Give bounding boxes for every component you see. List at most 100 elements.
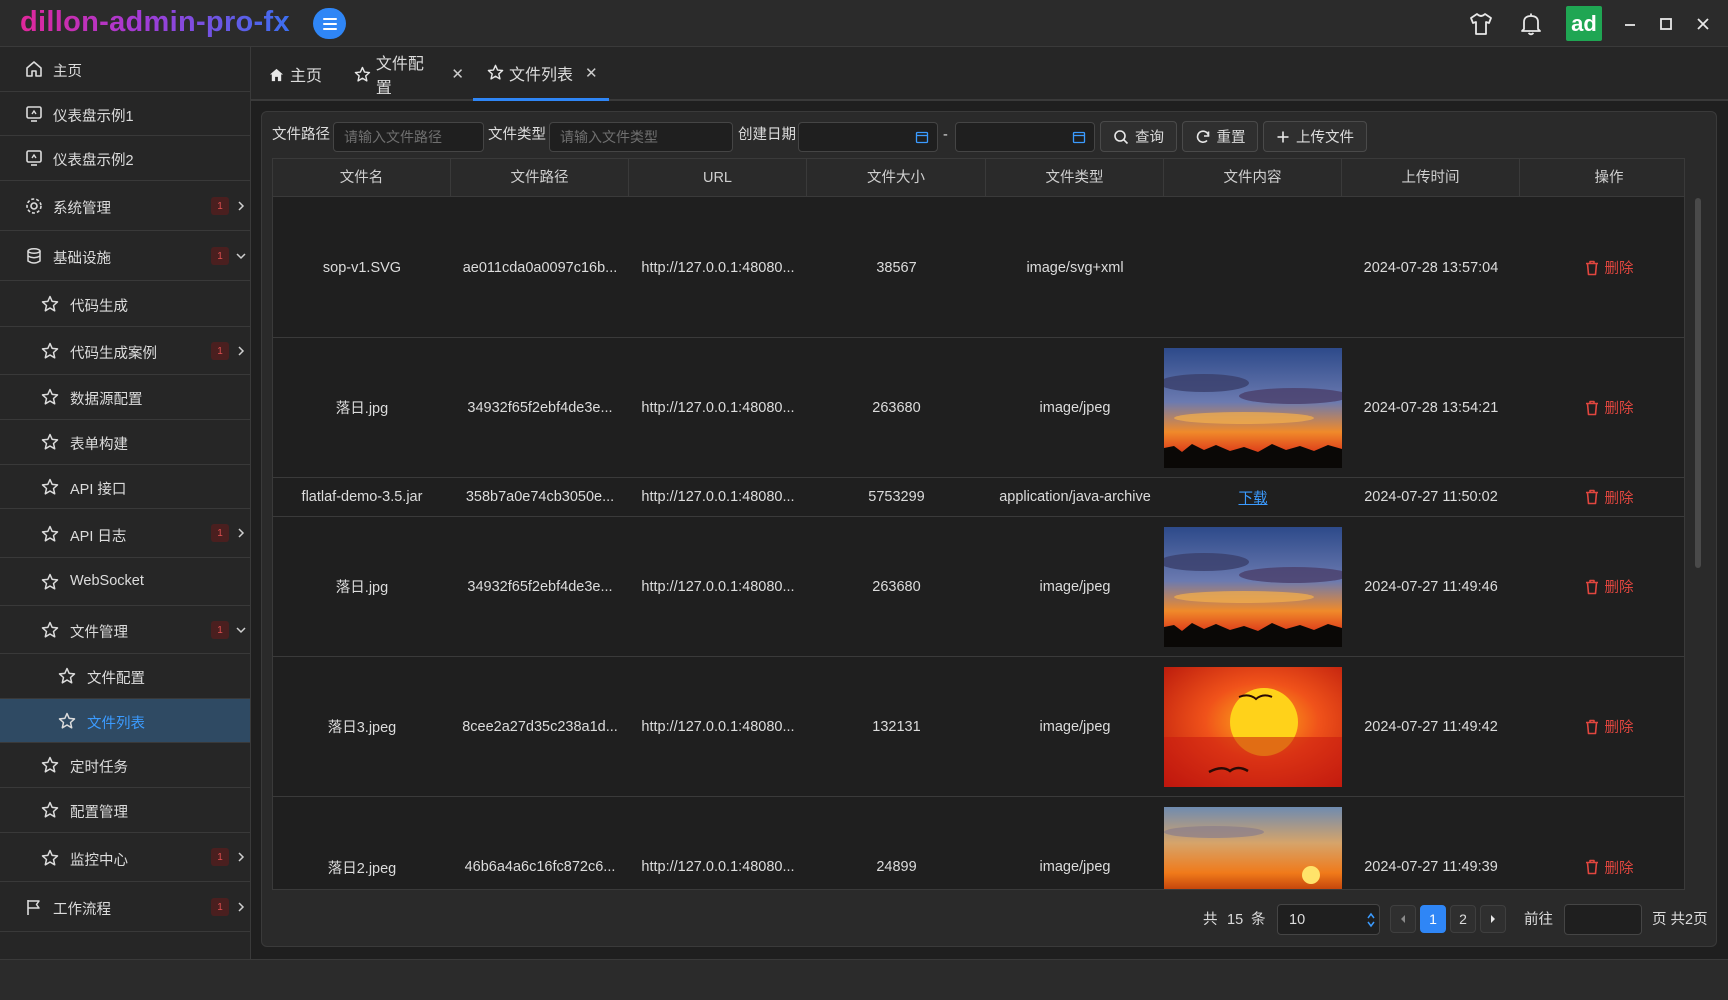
star-icon xyxy=(354,66,371,82)
table-row[interactable]: sop-v1.SVG ae011cda0a0097c16b... http://… xyxy=(273,198,1684,338)
tab-file-config[interactable]: 文件配置 ✕ xyxy=(354,47,464,101)
sidebar-item-datasource[interactable]: 数据源配置 xyxy=(0,375,250,420)
sunset-sea-thumbnail[interactable] xyxy=(1164,807,1342,890)
table-row[interactable]: 落日.jpg 34932f65f2ebf4de3e... http://127.… xyxy=(273,517,1684,657)
cell-file-type: application/java-archive xyxy=(999,489,1151,505)
table-header: 文件名 文件路径 URL 文件大小 文件类型 文件内容 上传时间 操作 xyxy=(273,159,1684,197)
sidebar-item-workflow[interactable]: 工作流程 1 xyxy=(0,882,250,932)
sidebar-item-label: 监控中心 xyxy=(70,853,128,869)
path-filter-label: 文件路径 xyxy=(272,127,330,143)
query-button[interactable]: 查询 xyxy=(1100,121,1177,152)
star-icon xyxy=(40,432,60,452)
sunset-clouds-thumbnail[interactable] xyxy=(1164,526,1342,647)
sidebar-item-scheduled-tasks[interactable]: 定时任务 xyxy=(0,743,250,788)
delete-button[interactable]: 删除 xyxy=(1585,397,1634,418)
count-badge: 1 xyxy=(211,898,229,916)
sidebar-item-codegen-demo[interactable]: 代码生成案例 1 xyxy=(0,327,250,375)
star-icon xyxy=(40,524,60,544)
table-row[interactable]: 落日3.jpeg 8cee2a27d35c238a1d... http://12… xyxy=(273,657,1684,797)
sidebar-item-label: 定时任务 xyxy=(70,760,128,776)
goto-page-input[interactable] xyxy=(1564,904,1642,935)
end-date-picker[interactable] xyxy=(955,122,1095,152)
sidebar-item-file-management[interactable]: 文件管理 1 xyxy=(0,606,250,654)
sidebar-item-file-list[interactable]: 文件列表 xyxy=(0,699,250,743)
sidebar-item-monitor[interactable]: 监控中心 1 xyxy=(0,833,250,882)
upload-file-button[interactable]: 上传文件 xyxy=(1263,121,1367,152)
sidebar-item-label: 文件列表 xyxy=(87,716,145,732)
sidebar-item-file-config[interactable]: 文件配置 xyxy=(0,654,250,699)
sidebar-item-home[interactable]: 主页 xyxy=(0,47,250,92)
table-row[interactable]: 落日.jpg 34932f65f2ebf4de3e... http://127.… xyxy=(273,338,1684,478)
page-button-1[interactable]: 1 xyxy=(1420,905,1446,933)
sidebar-item-api[interactable]: API 接口 xyxy=(0,465,250,509)
close-button[interactable] xyxy=(1688,9,1718,39)
sidebar-item-websocket[interactable]: WebSocket xyxy=(0,558,250,606)
database-icon xyxy=(24,246,44,266)
sunset-red-thumbnail[interactable] xyxy=(1164,666,1342,787)
column-header-upload-time[interactable]: 上传时间 xyxy=(1342,159,1520,197)
reset-button[interactable]: 重置 xyxy=(1182,121,1258,152)
sidebar-item-api-log[interactable]: API 日志 1 xyxy=(0,509,250,558)
download-link[interactable]: 下载 xyxy=(1239,487,1268,508)
caret-left-icon xyxy=(1401,915,1405,923)
table-row[interactable]: flatlaf-demo-3.5.jar 358b7a0e74cb3050e..… xyxy=(273,478,1684,517)
cell-file-type: image/svg+xml xyxy=(1026,259,1124,276)
notification-button[interactable] xyxy=(1516,9,1546,39)
dashboard-icon xyxy=(24,148,44,168)
avatar[interactable]: ad xyxy=(1566,6,1602,41)
tab-close-icon[interactable]: ✕ xyxy=(585,64,598,82)
gear-icon xyxy=(24,196,44,216)
sidebar-item-dashboard-2[interactable]: 仪表盘示例2 xyxy=(0,136,250,181)
sidebar-item-form-builder[interactable]: 表单构建 xyxy=(0,420,250,465)
column-header-content[interactable]: 文件内容 xyxy=(1164,159,1342,197)
column-header-actions: 操作 xyxy=(1594,170,1624,186)
cell-file-path: 34932f65f2ebf4de3e... xyxy=(467,399,613,416)
start-date-picker[interactable] xyxy=(798,122,938,152)
delete-button[interactable]: 删除 xyxy=(1585,487,1634,508)
path-filter-input[interactable] xyxy=(333,122,484,152)
theme-button[interactable] xyxy=(1466,9,1496,39)
sunset-clouds-thumbnail[interactable] xyxy=(1164,347,1342,468)
column-header-name[interactable]: 文件名 xyxy=(273,159,451,197)
column-header-url[interactable]: URL xyxy=(629,159,807,197)
cell-file-name: 落日2.jpeg xyxy=(327,860,397,877)
tab-close-icon[interactable]: ✕ xyxy=(451,65,464,83)
page-button-2[interactable]: 2 xyxy=(1450,905,1476,933)
sidebar-item-label: 仪表盘示例2 xyxy=(53,153,134,169)
delete-button[interactable]: 删除 xyxy=(1585,716,1634,737)
sidebar-item-dashboard-1[interactable]: 仪表盘示例1 xyxy=(0,92,250,136)
trash-icon xyxy=(1585,859,1598,875)
sidebar-item-system[interactable]: 系统管理 1 xyxy=(0,181,250,231)
menu-toggle-button[interactable] xyxy=(313,8,346,39)
sidebar-item-infrastructure[interactable]: 基础设施 1 xyxy=(0,231,250,281)
cell-url: http://127.0.0.1:48080... xyxy=(641,578,795,595)
cell-file-name: 落日3.jpeg xyxy=(327,720,397,736)
table-scrollbar[interactable] xyxy=(1695,198,1701,568)
type-filter-input[interactable] xyxy=(549,122,733,152)
page-total-label: 页 共2页 xyxy=(1652,912,1708,928)
column-header-path[interactable]: 文件路径 xyxy=(451,159,629,197)
delete-button[interactable]: 删除 xyxy=(1585,576,1634,597)
minimize-button[interactable] xyxy=(1615,9,1645,39)
table-row[interactable]: 落日2.jpeg 46b6a4a6c16fc872c6... http://12… xyxy=(273,797,1684,890)
sidebar-item-label: 主页 xyxy=(53,64,82,80)
column-header-type[interactable]: 文件类型 xyxy=(986,159,1164,197)
delete-button[interactable]: 删除 xyxy=(1585,857,1634,878)
cell-file-type: image/jpeg xyxy=(1039,718,1111,735)
dashboard-icon xyxy=(24,104,44,124)
tab-home[interactable]: 主页 xyxy=(269,47,329,101)
tab-file-list[interactable]: 文件列表 ✕ xyxy=(473,47,609,101)
cell-actions: 删除 xyxy=(1520,198,1684,337)
tab-label: 文件列表 xyxy=(509,66,574,84)
next-page-button[interactable] xyxy=(1480,905,1506,933)
chevron-right-icon xyxy=(238,201,245,211)
delete-label: 删除 xyxy=(1604,580,1634,596)
delete-button[interactable]: 删除 xyxy=(1585,257,1634,278)
prev-page-button[interactable] xyxy=(1390,905,1416,933)
sidebar-item-config[interactable]: 配置管理 xyxy=(0,788,250,833)
calendar-icon xyxy=(915,131,929,144)
page-size-select[interactable]: 10 xyxy=(1277,904,1380,935)
sidebar-item-codegen[interactable]: 代码生成 xyxy=(0,281,250,327)
column-header-size[interactable]: 文件大小 xyxy=(807,159,986,197)
maximize-button[interactable] xyxy=(1651,9,1681,39)
